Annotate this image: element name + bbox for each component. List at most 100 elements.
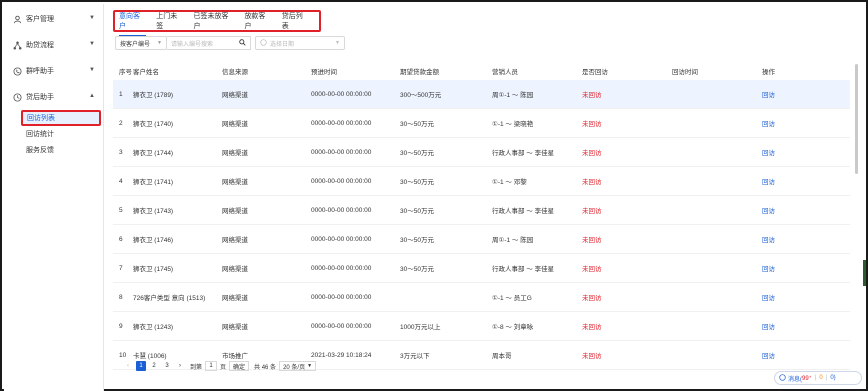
cell-src: 网络渠道 — [222, 266, 248, 273]
next-page-icon[interactable]: › — [175, 361, 185, 371]
visit-action-link[interactable]: 回访 — [762, 147, 802, 157]
side-handle[interactable] — [863, 260, 866, 286]
sidebar-item-post-loan[interactable]: 贷后助手 ▲ — [4, 84, 103, 110]
table-row[interactable]: 4 狮衣卫 (1741) 网络渠道 0000-00-00 00:00:00 30～50万… — [113, 167, 850, 196]
col-visited: 是否回访 — [582, 69, 608, 76]
chevron-down-icon: ▼ — [157, 40, 162, 46]
tab-loan-customer[interactable]: 放款客户 — [244, 8, 271, 34]
cell-name: 狮衣卫 (1243) — [133, 324, 174, 331]
sidebar: 客户管理 ▼ 助贷流程 ▼ 群呼助手 ▼ 贷后助手 ▲ 回访列表 回访统计 服务… — [4, 4, 104, 391]
cell-sales: ①-1 ～ 邓黎 — [492, 179, 527, 186]
tab-visit-unsigned[interactable]: 上门未签 — [156, 8, 183, 34]
sidebar-item-group-call[interactable]: 群呼助手 ▼ — [4, 58, 103, 84]
col-sales: 营销人员 — [492, 69, 518, 76]
visit-action-link[interactable]: 回访 — [762, 234, 802, 244]
cell-status: 未回访 — [582, 208, 602, 215]
page-1[interactable]: 1 — [136, 361, 146, 371]
cell-sales: 行政人事部 ～ 李佳星 — [492, 266, 555, 273]
col-time: 预进时间 — [311, 69, 337, 76]
main-content: 意向客户 上门未签 已签未放客户 放款客户 贷后列表 按客户编号 ▼ 请输入编号… — [105, 4, 864, 387]
cell-time: 0000-00-00 00:00:00 — [311, 148, 372, 156]
cell-time: 0000-00-00 00:00:00 — [311, 293, 372, 301]
visit-action-link[interactable]: 回访 — [762, 292, 802, 302]
message-count-b: 0 — [819, 375, 823, 381]
sidebar-item-label: 贷后助手 — [26, 94, 54, 101]
cell-amt: 3万元以下 — [400, 353, 430, 360]
table-row[interactable]: 3 狮衣卫 (1744) 网络渠道 0000-00-00 00:00:00 30～50万… — [113, 138, 850, 167]
table-row[interactable]: 2 狮衣卫 (1740) 网络渠道 0000-00-00 00:00:00 30～50万… — [113, 109, 850, 138]
table-scrollbar[interactable] — [855, 64, 858, 174]
message-label: 消息( — [788, 376, 802, 383]
cell-sales: 行政人事部 ～ 李佳星 — [492, 208, 555, 215]
search-icon[interactable] — [239, 38, 246, 48]
message-end: ) — [833, 375, 836, 381]
visit-action-link[interactable]: 回访 — [762, 118, 802, 128]
cell-src: 网络渠道 — [222, 295, 248, 302]
page-size-select[interactable]: 20 条/页 ▼ — [279, 361, 317, 371]
visit-action-link[interactable]: 回访 — [762, 176, 802, 186]
flow-icon — [12, 40, 22, 50]
sidebar-sub-visit-stats[interactable]: 回访统计 — [4, 126, 103, 142]
cell-time: 0000-00-00 00:00:00 — [311, 177, 372, 185]
message-widget[interactable]: 消息( 99⁺ | 0 | 0 ) — [774, 371, 862, 385]
cell-name: 726客户类型 意向 (1513) — [133, 295, 206, 302]
confirm-button[interactable]: 确定 — [229, 361, 250, 371]
cell-time: 0000-00-00 00:00:00 — [311, 264, 372, 272]
cell-no: 1 — [119, 90, 123, 98]
table-row[interactable]: 9 狮衣卫 (1243) 网络渠道 0000-00-00 00:00:00 1000万元… — [113, 312, 850, 341]
visit-action-link[interactable]: 回访 — [762, 205, 802, 215]
cell-no: 4 — [119, 177, 123, 185]
visit-action-link[interactable]: 回访 — [762, 263, 802, 273]
table-row[interactable]: 8 726客户类型 意向 (1513) 网络渠道 0000-00-00 00:00:0… — [113, 283, 850, 312]
chevron-down-icon: ▼ — [307, 363, 313, 369]
cell-time: 0000-00-00 00:00:00 — [311, 119, 372, 127]
tab-signed-unreleased[interactable]: 已签未放客户 — [194, 8, 235, 34]
message-count-a: 99⁺ — [802, 375, 812, 382]
cell-status: 未回访 — [582, 121, 602, 128]
table-row[interactable]: 7 狮衣卫 (1745) 网络渠道 0000-00-00 00:00:00 30～50万… — [113, 254, 850, 283]
prev-page-icon[interactable]: ‹ — [123, 361, 133, 371]
cell-src: 网络渠道 — [222, 208, 248, 215]
col-amount: 期望贷款金额 — [400, 69, 439, 76]
page-input[interactable]: 1 — [205, 361, 218, 371]
tab-intent-customer[interactable]: 意向客户 — [119, 8, 147, 36]
sidebar-sub-feedback[interactable]: 服务反馈 — [4, 142, 103, 158]
search-placeholder: 请输入编号搜索 — [171, 41, 214, 48]
date-placeholder: 选择日期 — [270, 41, 295, 48]
chevron-down-icon: ▼ — [89, 67, 95, 73]
sidebar-sub-visit-list[interactable]: 回访列表 — [21, 110, 101, 126]
cell-sales: 周本哥 — [492, 353, 512, 360]
table-row[interactable]: 1 狮衣卫 (1789) 网络渠道 0000-00-00 00:00:00 300～50… — [113, 80, 850, 109]
filter-toolbar: 按客户编号 ▼ 请输入编号搜索 选择日期 ▼ — [115, 36, 345, 50]
chevron-down-icon: ▼ — [335, 40, 340, 46]
message-icon — [779, 373, 786, 383]
clock-icon — [12, 92, 22, 102]
sidebar-item-loan-flow[interactable]: 助贷流程 ▼ — [4, 32, 103, 58]
visit-action-link[interactable]: 回访 — [762, 350, 802, 360]
app-frame: 客户管理 ▼ 助贷流程 ▼ 群呼助手 ▼ 贷后助手 ▲ 回访列表 回访统计 服务… — [0, 0, 868, 391]
date-select[interactable]: 选择日期 ▼ — [255, 36, 345, 50]
calendar-icon — [260, 38, 267, 48]
table-row[interactable]: 6 狮衣卫 (1746) 网络渠道 0000-00-00 00:00:00 30～50万… — [113, 225, 850, 254]
table-row[interactable]: 5 狮衣卫 (1743) 网络渠道 0000-00-00 00:00:00 30～50万… — [113, 196, 850, 225]
select-value: 按客户编号 — [120, 41, 151, 48]
sidebar-item-customer[interactable]: 客户管理 ▼ — [4, 6, 103, 32]
cell-no: 9 — [119, 322, 123, 330]
visit-action-link[interactable]: 回访 — [762, 321, 802, 331]
sidebar-item-label: 助贷流程 — [26, 42, 54, 49]
visit-action-link[interactable]: 回访 — [762, 89, 802, 99]
cell-src: 网络渠道 — [222, 150, 248, 157]
search-type-select[interactable]: 按客户编号 ▼ — [115, 36, 167, 50]
cell-no: 5 — [119, 206, 123, 214]
cell-name: 狮衣卫 (1745) — [133, 266, 174, 273]
sidebar-item-label: 客户管理 — [26, 16, 54, 23]
cell-sales: 周①-1 ～ 陈园 — [492, 92, 534, 99]
page-2[interactable]: 2 — [149, 361, 159, 371]
tab-post-loan-list[interactable]: 贷后列表 — [282, 8, 309, 34]
cell-time: 0000-00-00 00:00:00 — [311, 235, 372, 243]
page-3[interactable]: 3 — [162, 361, 172, 371]
cell-no: 3 — [119, 148, 123, 156]
user-icon — [12, 14, 22, 24]
cell-sales: ①-1 ～ 梁晓艳 — [492, 121, 534, 128]
search-input[interactable]: 请输入编号搜索 — [167, 36, 251, 50]
